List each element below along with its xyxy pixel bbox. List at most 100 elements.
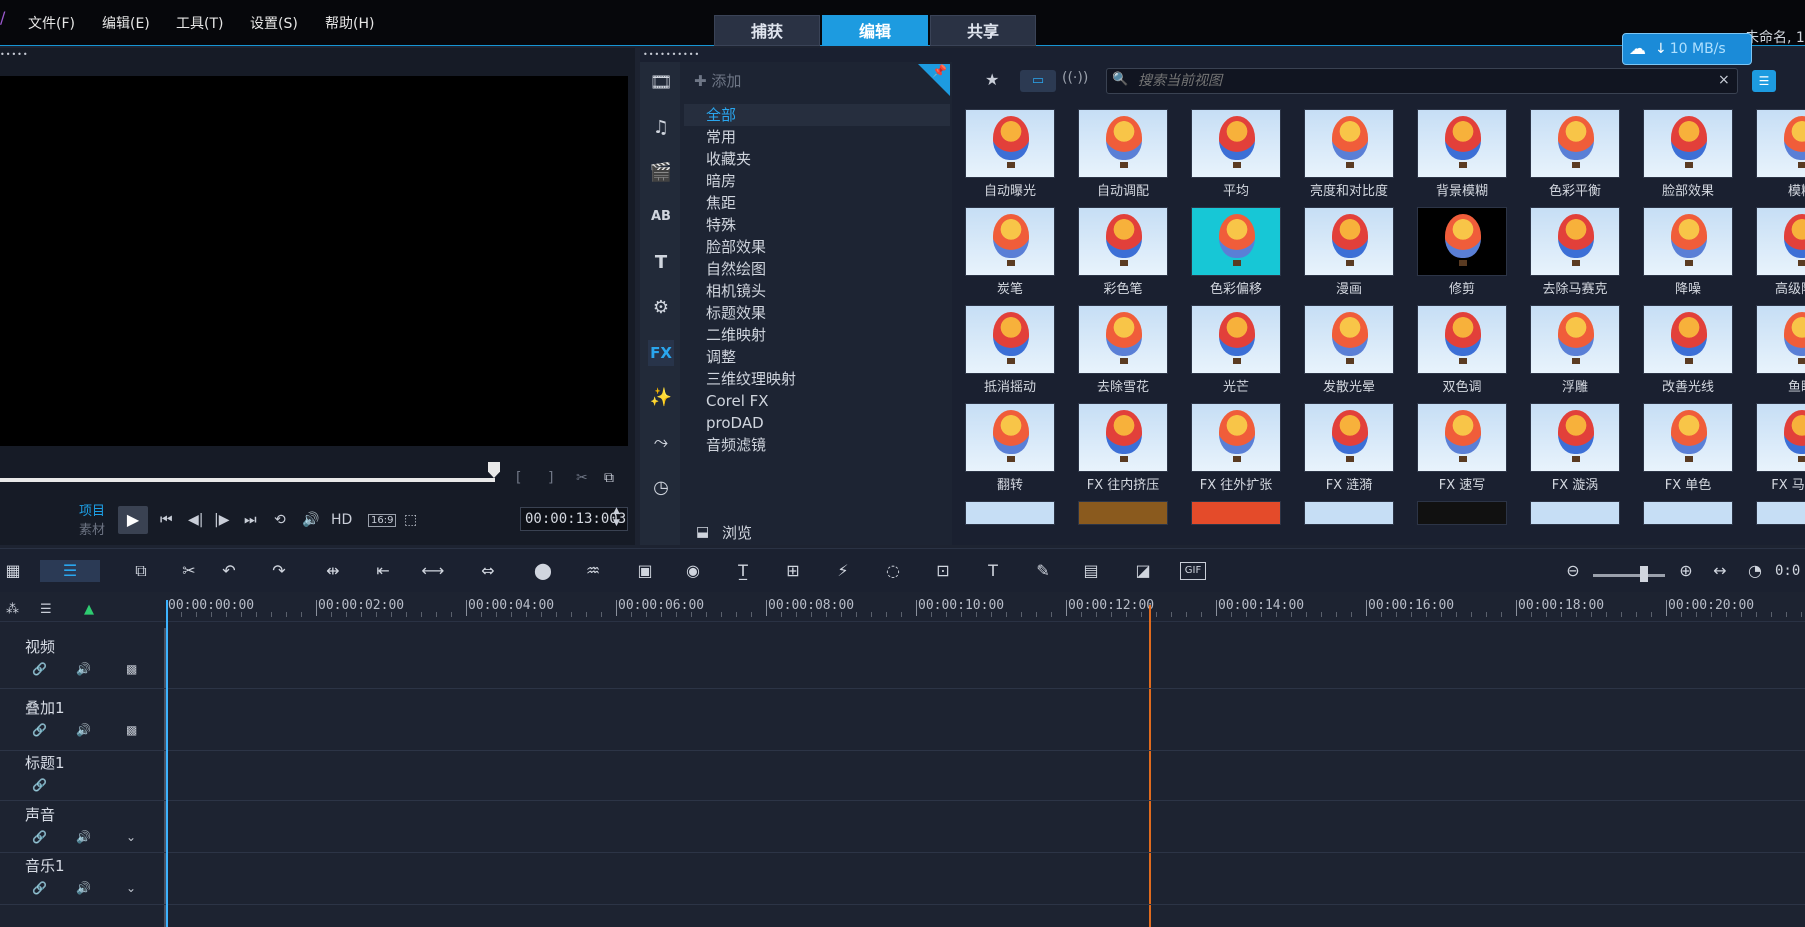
track-row[interactable] [168, 800, 1805, 801]
hd-toggle[interactable]: HD [331, 510, 352, 530]
aspect-ratio-button[interactable]: 16:9 [368, 514, 397, 527]
play-button[interactable]: ▶ [118, 506, 148, 534]
effect-thumbnail[interactable] [1643, 207, 1733, 276]
category-item[interactable]: 全部 [706, 104, 736, 126]
link-icon[interactable]: 🔗 [32, 881, 47, 895]
clear-search-icon[interactable]: × [1718, 72, 1730, 88]
effect-thumbnail[interactable] [1530, 305, 1620, 374]
tab-edit[interactable]: 编辑 [822, 15, 928, 46]
network-speed-badge[interactable]: ☁ ↓ 10 MB/s [1622, 33, 1752, 65]
browse-icon[interactable]: ⬓ [696, 524, 709, 540]
menu-help[interactable]: 帮助(H) [325, 13, 374, 33]
effect-thumbnail[interactable] [1191, 207, 1281, 276]
effect-thumbnail[interactable] [1191, 403, 1281, 472]
effect-thumbnail[interactable] [1530, 109, 1620, 178]
scrub-bar[interactable] [0, 478, 495, 482]
effect-thumbnail[interactable] [1078, 207, 1168, 276]
audio-icon[interactable]: 🔊 [76, 662, 91, 676]
link-icon[interactable]: 🔗 [32, 778, 47, 792]
effect-thumbnail[interactable] [1417, 109, 1507, 178]
link-icon[interactable]: 🔗 [32, 723, 47, 737]
copy-icon[interactable]: ⧉ [128, 560, 154, 582]
effect-thumbnail[interactable] [1643, 109, 1733, 178]
track-row[interactable] [168, 688, 1805, 689]
path-icon[interactable]: ⤳ [648, 430, 674, 456]
effect-thumbnail[interactable] [1078, 501, 1168, 525]
category-item[interactable]: 二维映射 [706, 324, 766, 346]
audio-icon[interactable]: 🔊 [76, 723, 91, 737]
effect-thumbnail[interactable] [1417, 403, 1507, 472]
track-row[interactable] [168, 852, 1805, 853]
menu-file[interactable]: 文件(F) [28, 13, 75, 33]
timecode-stepper[interactable]: ▲ ▼ [613, 505, 620, 529]
audio-wave-icon[interactable]: ♒ [580, 560, 606, 582]
zoom-slider[interactable] [1593, 574, 1665, 577]
link-icon[interactable]: 🔗 [32, 662, 47, 676]
crop-tool-icon[interactable]: ⬚ [404, 510, 417, 530]
gif-icon[interactable]: GIF [1180, 562, 1206, 580]
timecode-display[interactable]: 00:00:13:003 [520, 507, 628, 531]
audio-filter-toggle[interactable]: ((·)) [1062, 70, 1088, 86]
instant-project-icon[interactable]: 🎬 [648, 160, 674, 186]
category-item[interactable]: 相机镜头 [706, 280, 766, 302]
audio-icon[interactable]: 🔊 [76, 830, 91, 844]
mark-out-icon[interactable]: ] [548, 468, 553, 488]
resize-icon[interactable]: ⇔ [475, 560, 501, 582]
magic-wand-icon[interactable]: ✨ [648, 385, 674, 411]
effect-thumbnail[interactable] [1756, 403, 1805, 472]
track-row[interactable] [168, 904, 1805, 905]
search-input[interactable] [1138, 71, 1698, 91]
category-item[interactable]: 自然绘图 [706, 258, 766, 280]
video-filter-toggle[interactable]: ▭ [1020, 70, 1056, 92]
category-item[interactable]: 常用 [706, 126, 736, 148]
effect-thumbnail[interactable] [1643, 501, 1733, 525]
expand-icon[interactable]: ⌄ [126, 830, 136, 844]
expand-icon[interactable]: ⌄ [126, 881, 136, 895]
menu-tools[interactable]: 工具(T) [176, 13, 223, 33]
effect-thumbnail[interactable] [1417, 207, 1507, 276]
tab-capture[interactable]: 捕获 [714, 15, 820, 46]
category-item[interactable]: 三维纹理映射 [706, 368, 796, 390]
template-icon[interactable]: ▤ [1078, 560, 1104, 582]
menu-settings[interactable]: 设置(S) [250, 13, 298, 33]
effect-thumbnail[interactable] [1530, 501, 1620, 525]
blend-icon[interactable]: ◉ [680, 560, 706, 582]
zoom-out-icon[interactable]: ⊖ [1560, 560, 1586, 582]
add-marker-icon[interactable]: ▲ [84, 602, 94, 617]
effect-thumbnail[interactable] [1756, 305, 1805, 374]
track-row[interactable] [168, 750, 1805, 751]
audio-icon[interactable]: 🔊 [76, 881, 91, 895]
mark-in-icon[interactable]: [ [516, 468, 521, 488]
effect-thumbnail[interactable] [965, 109, 1055, 178]
effect-thumbnail[interactable] [1304, 305, 1394, 374]
clock-icon[interactable]: ◔ [1742, 560, 1768, 582]
category-item[interactable]: 收藏夹 [706, 148, 751, 170]
split-icon[interactable]: ⟷ [420, 560, 446, 582]
graphics-icon[interactable]: ⚙ [648, 295, 674, 321]
link-icon[interactable]: 🔗 [32, 830, 47, 844]
effect-thumbnail[interactable] [1530, 207, 1620, 276]
effect-thumbnail[interactable] [1643, 305, 1733, 374]
grid-toggle-icon[interactable]: ▩ [126, 662, 137, 676]
chapter-menu-icon[interactable]: ☰ [40, 602, 52, 617]
enlarge-preview-icon[interactable]: ⧉ [604, 468, 614, 488]
volume-icon[interactable]: 🔊 [302, 510, 319, 530]
color-icon[interactable]: ⬤ [530, 560, 556, 582]
effect-thumbnail[interactable] [1756, 207, 1805, 276]
effect-thumbnail[interactable] [965, 305, 1055, 374]
category-item[interactable]: 脸部效果 [706, 236, 766, 258]
effect-thumbnail[interactable] [1304, 501, 1394, 525]
subtitle-icon[interactable]: T̲ [730, 560, 756, 582]
effect-thumbnail[interactable] [1417, 305, 1507, 374]
effect-thumbnail[interactable] [1191, 109, 1281, 178]
trim-icon[interactable]: ⇤ [370, 560, 396, 582]
title-icon[interactable]: T [648, 250, 674, 276]
tracking-icon[interactable]: ⊡ [930, 560, 956, 582]
painting-icon[interactable]: ✎ [1030, 560, 1056, 582]
effect-thumbnail[interactable] [1078, 403, 1168, 472]
effect-thumbnail[interactable] [965, 207, 1055, 276]
category-item[interactable]: 焦距 [706, 192, 736, 214]
effect-thumbnail[interactable] [1078, 109, 1168, 178]
go-end-icon[interactable]: ⏭ [244, 510, 257, 530]
category-item[interactable]: proDAD [706, 412, 764, 434]
